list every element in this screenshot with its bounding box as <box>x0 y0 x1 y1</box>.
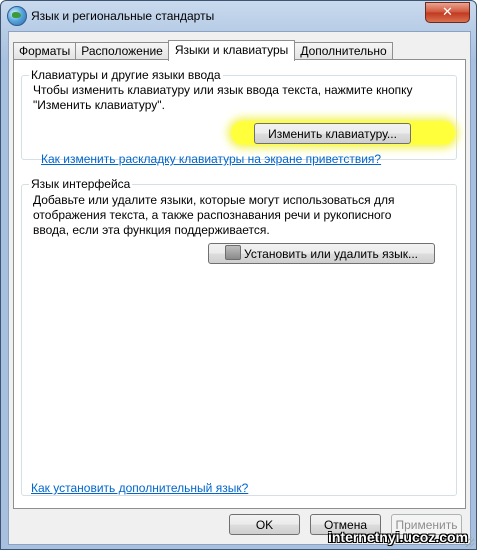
shield-icon <box>225 245 241 260</box>
display-language-group: Язык интерфейса Добавьте или удалите язы… <box>21 177 457 496</box>
display-language-description-line1: Добавьте или удалите языки, которые могу… <box>33 193 395 207</box>
tab-formats[interactable]: Форматы <box>13 42 77 60</box>
tab-strip: Форматы Расположение Языки и клавиатуры … <box>13 38 393 61</box>
dialog-client-area: Форматы Расположение Языки и клавиатуры … <box>8 31 471 545</box>
title-bar[interactable]: Язык и региональные стандарты ✕ <box>1 1 476 31</box>
ok-button[interactable]: OK <box>229 514 300 535</box>
close-button[interactable]: ✕ <box>425 2 470 23</box>
install-uninstall-language-label: Установить или удалить язык... <box>244 247 418 261</box>
keyboards-group-title: Клавиатуры и другие языки ввода <box>29 68 223 82</box>
window-title: Язык и региональные стандарты <box>31 9 215 23</box>
install-uninstall-language-button[interactable]: Установить или удалить язык... <box>208 243 435 264</box>
display-language-group-title: Язык интерфейса <box>29 177 133 191</box>
welcome-screen-layout-link[interactable]: Как изменить раскладку клавиатуры на экр… <box>41 152 381 166</box>
dialog-window: Язык и региональные стандарты ✕ Форматы … <box>0 0 477 550</box>
keyboards-description-line1: Чтобы изменить клавиатуру или язык ввода… <box>33 83 413 97</box>
keyboards-description-line2: "Изменить клавиатуру". <box>33 98 165 112</box>
display-language-description-line2: отображения текста, а также распознавани… <box>33 208 392 222</box>
tab-location[interactable]: Расположение <box>75 42 169 60</box>
change-keyboard-button[interactable]: Изменить клавиатуру... <box>254 123 411 144</box>
tab-administrative[interactable]: Дополнительно <box>294 42 393 60</box>
install-additional-language-link[interactable]: Как установить дополнительный язык? <box>31 481 248 495</box>
tab-keyboards-languages[interactable]: Языки и клавиатуры <box>167 40 296 61</box>
watermark-text: internetnyi.ucoz.com <box>327 529 468 545</box>
tab-panel: Клавиатуры и другие языки ввода Чтобы из… <box>13 59 466 509</box>
keyboards-group: Клавиатуры и другие языки ввода Чтобы из… <box>21 68 457 160</box>
display-language-description-line3: ввода, если эта функция поддерживается. <box>33 223 270 237</box>
globe-icon <box>7 6 27 26</box>
